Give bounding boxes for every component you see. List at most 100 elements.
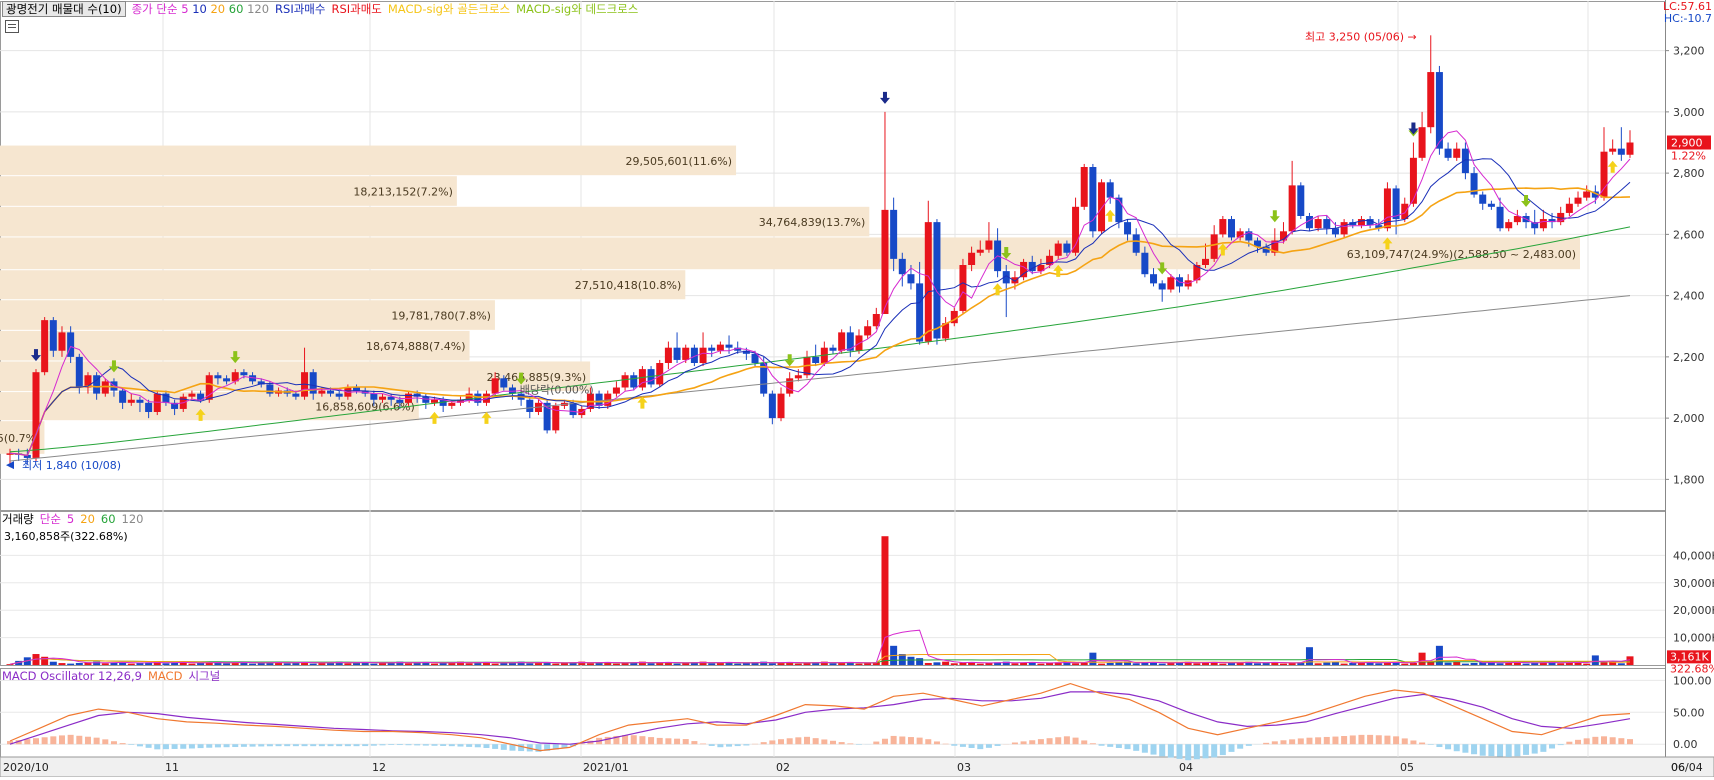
oscillator-bar xyxy=(1558,744,1564,745)
oscillator-bar xyxy=(787,738,793,744)
volume-bar xyxy=(1453,662,1460,665)
oscillator-bar xyxy=(354,744,360,746)
volume-ma5-label: 5 xyxy=(67,512,74,526)
candle-body xyxy=(1488,204,1495,207)
oscillator-bar xyxy=(691,741,697,744)
oscillator-bar xyxy=(795,737,801,744)
volume-bar xyxy=(93,662,100,665)
volume-profile-label: 27,510,418(10.8%) xyxy=(575,279,682,292)
oscillator-bar xyxy=(440,744,446,746)
volume-bar xyxy=(1193,663,1200,665)
oscillator-bar xyxy=(388,744,394,745)
oscillator-bar xyxy=(215,744,221,747)
candle-body xyxy=(916,283,923,341)
oscillator-bar xyxy=(1445,744,1451,749)
oscillator-bar xyxy=(657,738,663,744)
oscillator-bar xyxy=(189,744,195,748)
y-tick-label: 50.00 xyxy=(1673,706,1705,719)
candle-body xyxy=(1323,219,1330,228)
y-tick-label: 1,800 xyxy=(1673,473,1705,486)
candle-body xyxy=(812,357,819,363)
oscillator-bar xyxy=(232,744,238,747)
oscillator-bar xyxy=(648,737,654,744)
volume-bar xyxy=(1159,664,1166,665)
oscillator-bar xyxy=(1055,737,1061,744)
volume-bar xyxy=(587,663,594,665)
oscillator-bar xyxy=(50,736,56,744)
volume-bar xyxy=(405,663,412,665)
oscillator-bar xyxy=(180,744,186,749)
y-tick-label: 2,400 xyxy=(1673,290,1705,303)
oscillator-bar xyxy=(743,744,749,745)
candle-body xyxy=(933,222,940,338)
macd-legend: MACD Oscillator 12,26,9 MACD 시그널 xyxy=(2,668,220,684)
price-badge-value: 2,900 xyxy=(1671,137,1703,150)
oscillator-bar xyxy=(449,744,455,746)
oscillator-bar xyxy=(639,736,645,744)
oscillator-bar xyxy=(830,741,836,744)
oscillator-bar xyxy=(977,744,983,749)
oscillator-bar xyxy=(518,744,524,751)
volume-bar xyxy=(613,664,620,665)
candle-body xyxy=(778,394,785,419)
oscillator-bar xyxy=(925,739,931,744)
oscillator-bar xyxy=(328,744,334,746)
oscillator-bar xyxy=(302,744,308,746)
volume-bar xyxy=(977,664,984,665)
volume-ma-label: 단순 xyxy=(40,511,61,527)
candle-body xyxy=(1211,234,1218,259)
oscillator-bar xyxy=(76,736,82,744)
candle-body xyxy=(318,391,325,394)
x-tick-label: 04 xyxy=(1179,761,1193,774)
volume-badge-pct: 322.68% xyxy=(1670,662,1714,675)
oscillator-bar xyxy=(674,739,680,745)
table-icon[interactable] xyxy=(5,20,19,33)
y-tick-label: 40,000K xyxy=(1673,549,1714,562)
y-tick-label: 0.00 xyxy=(1673,738,1698,751)
candle-body xyxy=(1124,222,1131,234)
volume-bar xyxy=(466,663,473,665)
x-tick-label: 06/04 xyxy=(1671,761,1703,774)
oscillator-bar xyxy=(1038,739,1044,744)
oscillator-bar xyxy=(969,744,975,748)
candle-body xyxy=(1020,262,1027,277)
oscillator-bar xyxy=(1610,737,1616,744)
volume-bar xyxy=(1618,663,1625,665)
candle-body xyxy=(396,400,403,403)
candle-body xyxy=(985,241,992,250)
oscillator-bar xyxy=(457,744,463,746)
stock-title[interactable]: 광명전기 매물대 수(10) xyxy=(2,1,126,17)
x-tick-label: 11 xyxy=(165,761,179,774)
oscillator-bar xyxy=(1549,744,1555,748)
x-tick-label: 03 xyxy=(957,761,971,774)
volume-bar xyxy=(1133,663,1140,665)
oscillator-bar xyxy=(1211,744,1217,757)
macd-golden-label: MACD-sig와 골든크로스 xyxy=(388,1,510,17)
volume-bar xyxy=(1471,663,1478,665)
oscillator-bar xyxy=(1540,744,1546,752)
volume-ma120-label: 120 xyxy=(122,512,144,526)
oscillator-bar xyxy=(1272,741,1278,744)
candle-body xyxy=(1098,182,1105,231)
oscillator-bar xyxy=(1462,744,1468,752)
volume-bar xyxy=(1332,662,1339,665)
oscillator-bar xyxy=(891,736,897,744)
ma5-label: 5 xyxy=(181,2,188,16)
oscillator-bar xyxy=(1220,744,1226,755)
oscillator-bar xyxy=(1376,735,1382,744)
volume-bar xyxy=(1341,664,1348,665)
oscillator-bar xyxy=(847,743,853,744)
candle-body xyxy=(1410,158,1417,204)
oscillator-bar xyxy=(631,735,637,744)
ma120-label: 120 xyxy=(247,2,269,16)
oscillator-bar xyxy=(778,739,784,744)
x-tick-label: 12 xyxy=(372,761,386,774)
candle-body xyxy=(214,375,221,378)
oscillator-bar xyxy=(1402,738,1408,744)
oscillator-bar xyxy=(293,744,299,746)
signal-label: 시그널 xyxy=(188,668,220,684)
candle-body xyxy=(1219,219,1226,234)
candle-body xyxy=(959,265,966,311)
oscillator-bar xyxy=(839,742,845,744)
oscillator-bar xyxy=(813,738,819,744)
